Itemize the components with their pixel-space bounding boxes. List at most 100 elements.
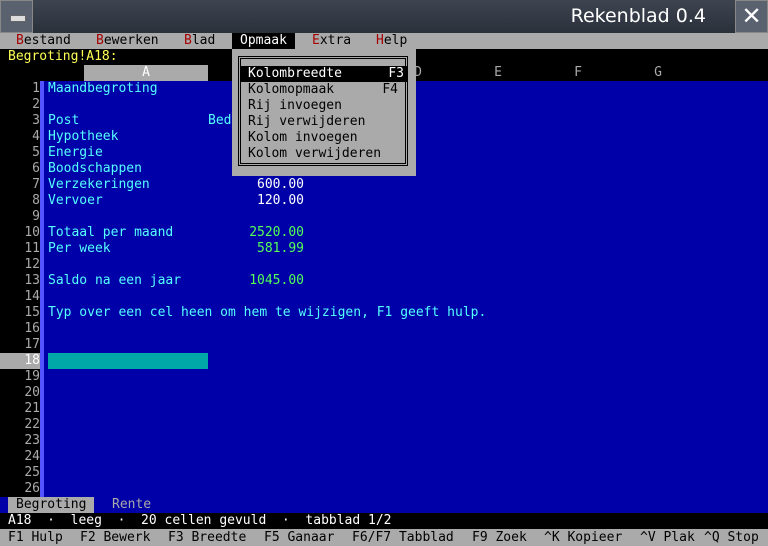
tab-begroting[interactable]: Begroting	[8, 497, 95, 513]
cell-b7[interactable]: 600.00	[208, 177, 304, 193]
row-number[interactable]: 2	[0, 97, 40, 113]
fkey-breedte[interactable]: F3 Breedte	[168, 529, 246, 546]
menu-item-rij-verwijderen[interactable]: Rij verwijderen	[248, 114, 402, 130]
row-number[interactable]: 25	[0, 465, 40, 481]
menu-item-kolomopmaak[interactable]: Kolomopmaak F4	[248, 82, 402, 98]
opmaak-dropdown-menu: Kolombreedte F3 Kolomopmaak F4 Rij invoege…	[232, 49, 416, 176]
row-number[interactable]: 4	[0, 129, 40, 145]
cell-b11[interactable]: 581.99	[208, 241, 304, 257]
menu-hotkey: B	[184, 33, 192, 48]
column-header-g[interactable]: G	[618, 65, 698, 81]
cell-a7[interactable]: Verzekeringen	[48, 177, 150, 193]
fkey-kopieer[interactable]: ^K Kopieer	[544, 529, 622, 546]
cell-a4[interactable]: Hypotheek	[48, 129, 118, 145]
row-number[interactable]: 26	[0, 481, 40, 497]
cell-a5[interactable]: Energie	[48, 145, 103, 161]
menu-opmaak[interactable]: Opmaak	[232, 33, 295, 49]
menu-item-shortcut: F4	[382, 82, 398, 97]
row-number[interactable]: 12	[0, 257, 40, 273]
menu-label: elp	[383, 33, 408, 48]
close-icon[interactable]: ✕	[735, 0, 768, 33]
row-number[interactable]: 1	[0, 81, 40, 97]
row-number[interactable]: 17	[0, 337, 40, 353]
cell-a6[interactable]: Boodschappen	[48, 161, 142, 177]
cell-b10[interactable]: 2520.00	[208, 225, 304, 241]
menu-hotkey: B	[96, 33, 104, 48]
fkey-hulp[interactable]: F1 Hulp	[8, 529, 63, 546]
cell-b13[interactable]: 1045.00	[208, 273, 304, 289]
row-number[interactable]: 14	[0, 289, 40, 305]
menu-hotkey: E	[312, 33, 320, 48]
row-number[interactable]: 9	[0, 209, 40, 225]
status-text: A18 · leeg · 20 cellen gevuld · tabblad …	[8, 513, 392, 528]
cell-a10[interactable]: Totaal per maand	[48, 225, 173, 241]
row-number[interactable]: 11	[0, 241, 40, 257]
row-number[interactable]: 7	[0, 177, 40, 193]
menu-bestand[interactable]: Bestand	[16, 33, 71, 49]
tab-rente[interactable]: Rente	[104, 497, 159, 513]
status-bar: A18 · leeg · 20 cellen gevuld · tabblad …	[0, 513, 768, 529]
column-header-f[interactable]: F	[538, 65, 618, 81]
row-number[interactable]: 10	[0, 225, 40, 241]
cell-b8[interactable]: 120.00	[208, 193, 304, 209]
menu-item-kolombreedte[interactable]: Kolombreedte F3	[240, 66, 408, 82]
row-number[interactable]: 16	[0, 321, 40, 337]
row-number[interactable]: 24	[0, 449, 40, 465]
menu-item-kolom-invoegen[interactable]: Kolom invoegen	[248, 130, 402, 146]
row-number[interactable]: 23	[0, 433, 40, 449]
row-number[interactable]: 5	[0, 145, 40, 161]
column-header-a[interactable]: A	[84, 65, 208, 81]
cell-a15[interactable]: Typ over een cel heen om hem te wijzigen…	[48, 305, 486, 321]
cell-a3[interactable]: Post	[48, 113, 79, 129]
menu-bewerken[interactable]: Bewerken	[96, 33, 159, 49]
fkey-stop[interactable]: ^Q Stop	[704, 529, 759, 546]
row-number[interactable]: 20	[0, 385, 40, 401]
row-number[interactable]: 8	[0, 193, 40, 209]
row-number[interactable]: 15	[0, 305, 40, 321]
menu-hotkey: H	[376, 33, 384, 48]
menu-blad[interactable]: Blad	[184, 33, 215, 49]
cell-reference: Begroting!A18:	[8, 49, 118, 64]
menu-hotkey: B	[16, 33, 24, 48]
column-header-e[interactable]: E	[458, 65, 538, 81]
menubar: Bestand Bewerken Blad Opmaak Extra Help	[0, 33, 768, 49]
active-cell-cursor[interactable]	[48, 353, 208, 369]
fkey-tabblad[interactable]: F6/F7 Tabblad	[352, 529, 454, 546]
function-key-bar: F1 Hulp F2 Bewerk F3 Breedte F5 Ganaar F…	[0, 529, 768, 546]
row-number-column: 1 2 3 4 5 6 7 8 9 10 11 12 13 14 15 16 1…	[0, 81, 44, 497]
window-menu-button[interactable]	[0, 0, 33, 33]
cell-a1[interactable]: Maandbegroting	[48, 81, 158, 97]
fkey-bewerk[interactable]: F2 Bewerk	[80, 529, 150, 546]
window-menu-icon	[10, 15, 26, 22]
menu-item-shortcut: F3	[388, 66, 404, 81]
row-number[interactable]: 19	[0, 369, 40, 385]
menu-help[interactable]: Help	[376, 33, 407, 49]
menu-item-label: Rij invoegen	[248, 98, 342, 113]
row-number[interactable]: 21	[0, 401, 40, 417]
fkey-plak[interactable]: ^V Plak	[640, 529, 695, 546]
row-number-active[interactable]: 18	[0, 353, 40, 369]
menu-item-label: Kolombreedte	[248, 66, 342, 81]
menu-label: estand	[23, 33, 71, 48]
cell-a8[interactable]: Vervoer	[48, 193, 103, 209]
fkey-zoek[interactable]: F9 Zoek	[472, 529, 527, 546]
menu-label: lad	[191, 33, 216, 48]
menu-label: ewerken	[103, 33, 159, 48]
menu-item-label: Kolom invoegen	[248, 130, 358, 145]
menu-item-label: Kolomopmaak	[248, 82, 335, 97]
cell-a13[interactable]: Saldo na een jaar	[48, 273, 181, 289]
row-number[interactable]: 22	[0, 417, 40, 433]
fkey-ganaar[interactable]: F5 Ganaar	[264, 529, 334, 546]
cell-a11[interactable]: Per week	[48, 241, 111, 257]
menu-item-rij-invoegen[interactable]: Rij invoegen	[248, 98, 402, 114]
menu-extra[interactable]: Extra	[312, 33, 351, 49]
window-title: Rekenblad 0.4	[570, 5, 706, 27]
row-number[interactable]: 6	[0, 161, 40, 177]
menu-item-kolom-verwijderen[interactable]: Kolom verwijderen	[248, 146, 402, 162]
row-separator	[40, 81, 44, 497]
row-number[interactable]: 13	[0, 273, 40, 289]
sheet-tab-bar: Begroting Rente	[0, 497, 768, 513]
row-number[interactable]: 3	[0, 113, 40, 129]
window-titlebar: Rekenblad 0.4 ✕	[0, 0, 768, 33]
cell-b3[interactable]: Bed	[208, 113, 231, 129]
